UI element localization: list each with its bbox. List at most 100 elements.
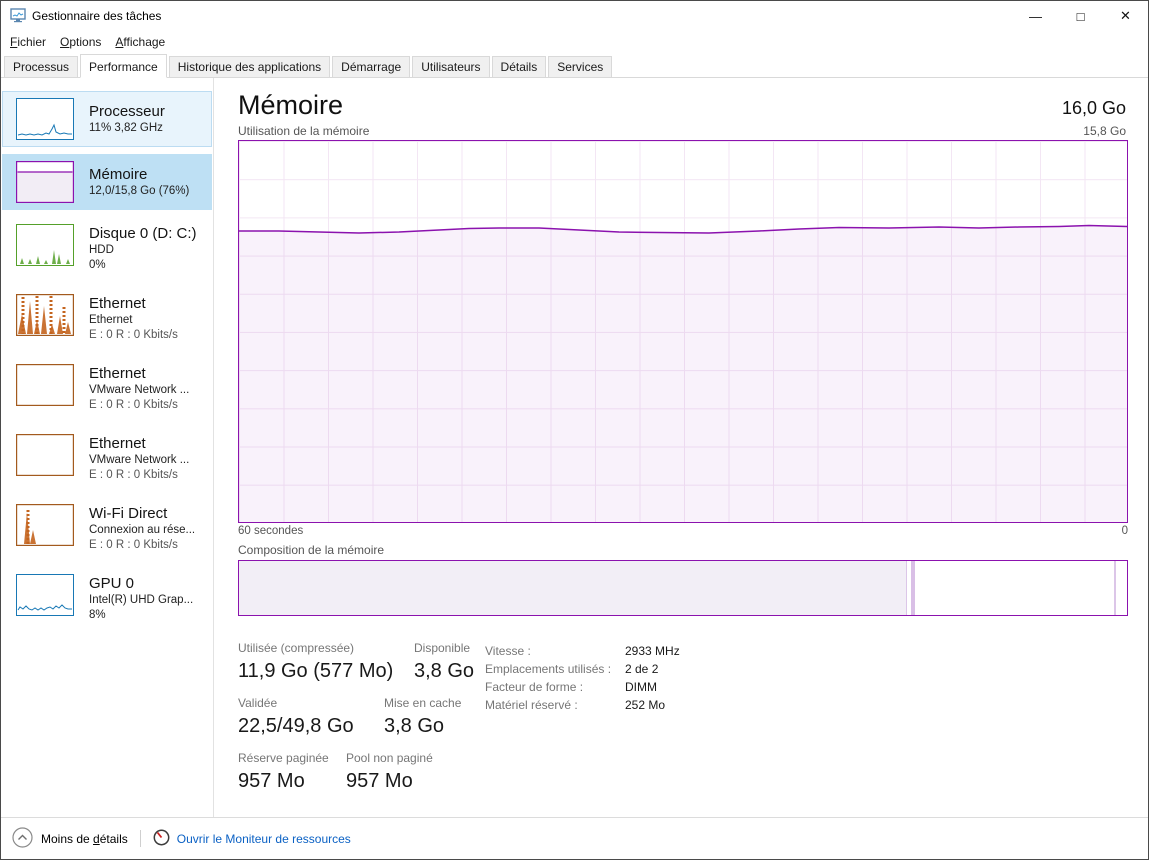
resource-monitor-link[interactable]: Ouvrir le Moniteur de ressources [153,829,351,849]
close-button[interactable]: ✕ [1103,1,1148,31]
menu-options[interactable]: Options [53,33,108,51]
ethernet-sparkline [16,294,74,336]
composition-label: Composition de la mémoire [238,543,1126,557]
stat-non-paged-pool: Pool non paginé 957 Mo [346,750,433,794]
sidebar-item-sub: VMware Network ... [89,453,189,468]
sidebar-item-stat: E : 0 R : 0 Kbits/s [89,328,178,343]
close-icon: ✕ [1120,8,1131,24]
sidebar-item-stat: 8% [89,608,193,623]
time-span-label: 60 secondes [238,525,303,537]
memory-usage-line [239,141,1127,522]
sidebar-item-ethernet-1[interactable]: Ethernet Ethernet E : 0 R : 0 Kbits/s [2,287,212,350]
stat-row: Validée 22,5/49,8 Go Mise en cache 3,8 G… [238,695,485,739]
window-controls: — □ ✕ [1013,1,1148,31]
tab-details[interactable]: Détails [492,56,547,77]
window-title: Gestionnaire des tâches [32,9,161,23]
content-area: Processeur 11% 3,82 GHz Mémoire 12,0/15,… [1,78,1148,817]
stat-row: Réserve paginée 957 Mo Pool non paginé 9… [238,750,485,794]
memory-stats-right: Vitesse : 2933 MHz Emplacements utilisés… [485,640,680,805]
resource-monitor-icon [153,829,170,849]
stat-form-factor: Facteur de forme : DIMM [485,678,680,696]
disk-sparkline [16,224,74,266]
sidebar-item-sub: Intel(R) UHD Grap... [89,593,193,608]
sidebar-item-wifi-direct[interactable]: Wi-Fi Direct Connexion au rése... E : 0 … [2,497,212,560]
sidebar-item-sub: HDD [89,243,197,258]
menu-affichage[interactable]: Affichage [108,33,172,51]
time-end-label: 0 [1122,525,1128,537]
sidebar-item-disque[interactable]: Disque 0 (D: C:) HDD 0% [2,217,212,280]
memory-stats: Utilisée (compressée) 11,9 Go (577 Mo) D… [238,640,1126,805]
tab-strip: Processus Performance Historique des app… [1,53,1148,78]
title-bar: Gestionnaire des tâches — □ ✕ [1,1,1148,31]
sidebar-item-title: Wi-Fi Direct [89,504,195,523]
sidebar-item-stat: E : 0 R : 0 Kbits/s [89,468,189,483]
sidebar-item-ethernet-3[interactable]: Ethernet VMware Network ... E : 0 R : 0 … [2,427,212,490]
footer-bar: Moins de détails Ouvrir le Moniteur de r… [1,817,1148,859]
chevron-up-circle-icon [12,827,33,851]
stat-speed: Vitesse : 2933 MHz [485,642,680,660]
tab-utilisateurs[interactable]: Utilisateurs [412,56,489,77]
stat-available: Disponible 3,8 Go [414,640,474,684]
maximize-icon: □ [1077,9,1085,24]
sidebar-item-ethernet-2[interactable]: Ethernet VMware Network ... E : 0 R : 0 … [2,357,212,420]
sidebar-item-sub: Ethernet [89,313,178,328]
composition-in-use-segment [239,561,907,615]
sidebar-item-title: Ethernet [89,364,189,383]
stat-paged-pool: Réserve paginée 957 Mo [238,750,346,794]
tab-processus[interactable]: Processus [4,56,78,77]
sidebar-item-stat: E : 0 R : 0 Kbits/s [89,538,195,553]
sidebar-item-title: Ethernet [89,434,189,453]
composition-standby-segment [915,561,1114,615]
sidebar-item-sub: VMware Network ... [89,383,189,398]
sidebar-item-stat: E : 0 R : 0 Kbits/s [89,398,189,413]
fewer-details-label: Moins de détails [41,832,128,846]
page-title: Mémoire [238,89,343,121]
menu-bar: Fichier Options Affichage [1,31,1148,53]
sidebar-item-stat: 11% 3,82 GHz [89,121,165,136]
sidebar-item-title: Mémoire [89,165,189,184]
tab-services[interactable]: Services [548,56,612,77]
menu-fichier[interactable]: Fichier [3,33,53,51]
sidebar-item-gpu[interactable]: GPU 0 Intel(R) UHD Grap... 8% [2,567,212,630]
performance-sidebar: Processeur 11% 3,82 GHz Mémoire 12,0/15,… [1,78,214,817]
sidebar-item-stat: 12,0/15,8 Go (76%) [89,184,189,199]
minimize-button[interactable]: — [1013,1,1058,31]
tab-historique-applications[interactable]: Historique des applications [169,56,330,77]
memory-composition-bar[interactable] [238,560,1128,616]
memory-usage-chart[interactable] [238,140,1128,523]
stat-hardware-reserved: Matériel réservé : 252 Mo [485,696,680,714]
app-icon [10,7,26,26]
total-capacity: 16,0 Go [1062,95,1126,121]
memory-stats-left: Utilisée (compressée) 11,9 Go (577 Mo) D… [238,640,485,805]
tab-performance[interactable]: Performance [80,54,167,78]
stat-committed: Validée 22,5/49,8 Go [238,695,384,739]
memory-sparkline [16,161,74,203]
maximize-button[interactable]: □ [1058,1,1103,31]
cpu-sparkline [16,98,74,140]
stat-row: Utilisée (compressée) 11,9 Go (577 Mo) D… [238,640,485,684]
sidebar-item-memoire[interactable]: Mémoire 12,0/15,8 Go (76%) [2,154,212,210]
stat-slots-used: Emplacements utilisés : 2 de 2 [485,660,680,678]
sidebar-item-sub: Connexion au rése... [89,523,195,538]
sidebar-item-stat: 0% [89,258,197,273]
footer-separator [140,830,141,847]
wifi-sparkline [16,504,74,546]
composition-free-segment [1116,561,1127,615]
gpu-sparkline [16,574,74,616]
sidebar-item-title: Ethernet [89,294,178,313]
sidebar-item-title: Disque 0 (D: C:) [89,224,197,243]
stat-used: Utilisée (compressée) 11,9 Go (577 Mo) [238,640,414,684]
minimize-icon: — [1029,9,1042,24]
sidebar-item-title: Processeur [89,102,165,121]
ethernet-sparkline [16,364,74,406]
usage-chart-label: Utilisation de la mémoire [238,124,369,138]
tab-demarrage[interactable]: Démarrage [332,56,410,77]
resource-monitor-label: Ouvrir le Moniteur de ressources [177,832,351,846]
task-manager-window: Gestionnaire des tâches — □ ✕ Fichier Op… [0,0,1149,860]
ethernet-sparkline [16,434,74,476]
sidebar-item-title: GPU 0 [89,574,193,593]
stat-cached: Mise en cache 3,8 Go [384,695,461,739]
usage-chart-max: 15,8 Go [1083,124,1126,138]
sidebar-item-processeur[interactable]: Processeur 11% 3,82 GHz [2,91,212,147]
fewer-details-button[interactable]: Moins de détails [12,827,128,851]
